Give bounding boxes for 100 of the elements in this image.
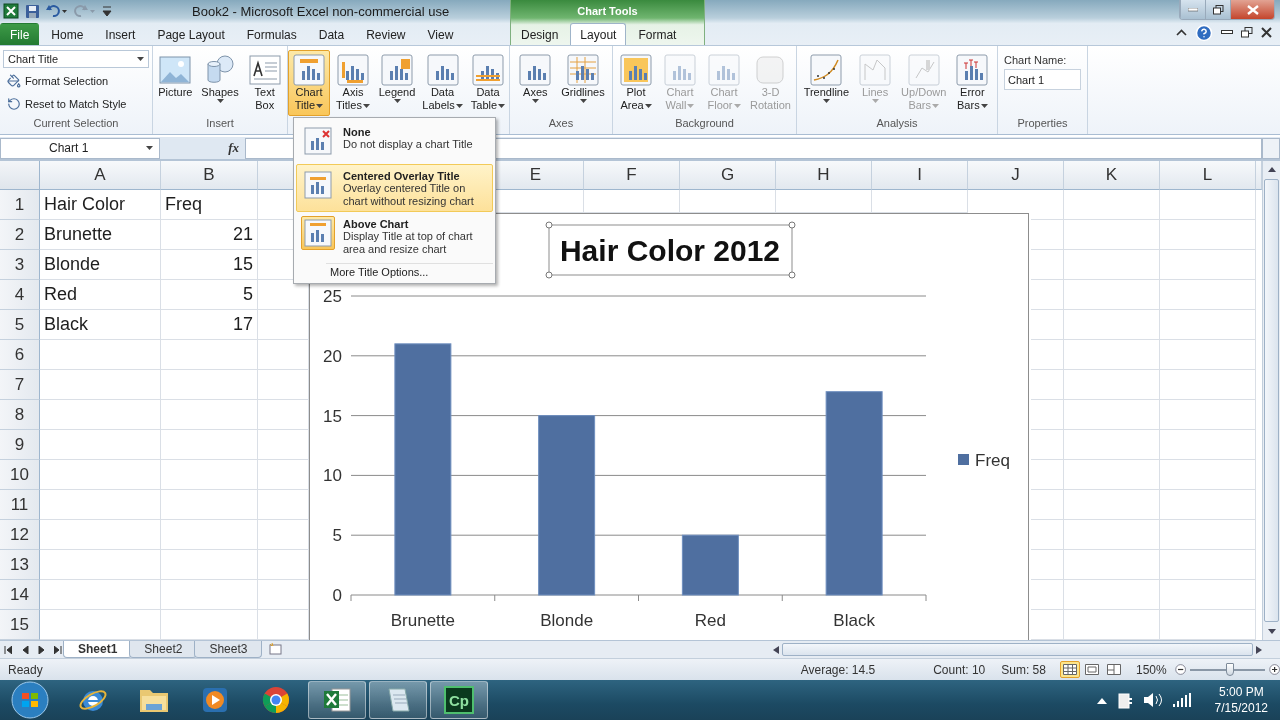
scroll-up-icon[interactable]: [1267, 167, 1276, 172]
spreadsheet-icon[interactable]: [3, 3, 19, 19]
column-header[interactable]: B: [161, 161, 258, 190]
ribbon-tab[interactable]: Design: [511, 23, 569, 45]
ribbon-tab[interactable]: View: [417, 23, 464, 45]
grid-cell[interactable]: Brunette: [40, 220, 161, 250]
row-header[interactable]: 5: [0, 310, 40, 340]
grid-cell[interactable]: [1031, 550, 1064, 580]
sheet-nav-icon[interactable]: [4, 645, 13, 654]
zoom-in-button[interactable]: [1268, 662, 1280, 677]
ribbon-tab[interactable]: File: [0, 23, 40, 45]
minimize-button[interactable]: [1221, 30, 1233, 35]
taskbar-button[interactable]: Cp: [430, 681, 488, 719]
ribbon-button[interactable]: Chart Title: [288, 50, 330, 116]
chart-name-field[interactable]: Chart 1: [1004, 69, 1081, 90]
grid-cell[interactable]: 5: [161, 280, 258, 310]
sheet-nav-icon[interactable]: [53, 645, 62, 654]
column-header[interactable]: [1256, 161, 1262, 190]
ribbon-button[interactable]: Axis Titles: [332, 50, 374, 116]
grid-cell[interactable]: Blonde: [40, 250, 161, 280]
close-button[interactable]: [1230, 0, 1274, 19]
column-header[interactable]: F: [584, 161, 680, 190]
grid-cell[interactable]: Black: [40, 310, 161, 340]
row-header[interactable]: 6: [0, 340, 40, 370]
grid-cell[interactable]: [1064, 340, 1160, 370]
ribbon-button[interactable]: Legend: [376, 50, 418, 116]
menu-item[interactable]: Centered Overlay Title Overlay centered Title on chart without resizing chart: [296, 164, 493, 212]
power-icon[interactable]: [1116, 691, 1133, 709]
grid-cell[interactable]: [1160, 520, 1256, 550]
format-selection-button[interactable]: Format Selection: [3, 71, 149, 91]
customize-icon[interactable]: [102, 5, 112, 17]
grid-cell[interactable]: [1064, 370, 1160, 400]
undo-icon[interactable]: [46, 4, 68, 18]
row-header[interactable]: 14: [0, 580, 40, 610]
reset-style-button[interactable]: Reset to Match Style: [3, 94, 149, 114]
row-header[interactable]: 8: [0, 400, 40, 430]
scrollbar-thumb[interactable]: [782, 643, 1253, 656]
ribbon-tab[interactable]: Page Layout: [147, 23, 235, 45]
grid-cell[interactable]: [161, 370, 258, 400]
grid-cell[interactable]: [161, 490, 258, 520]
grid-cell[interactable]: [1160, 190, 1256, 220]
grid-cell[interactable]: Hair Color: [40, 190, 161, 220]
row-header[interactable]: 9: [0, 430, 40, 460]
restore-button[interactable]: [1205, 0, 1230, 19]
grid-cell[interactable]: [1160, 370, 1256, 400]
grid-cell[interactable]: [40, 550, 161, 580]
grid-cell[interactable]: [40, 580, 161, 610]
scroll-right-icon[interactable]: [1256, 645, 1262, 654]
column-header[interactable]: L: [1160, 161, 1256, 190]
grid-cell[interactable]: 15: [161, 250, 258, 280]
grid-cell[interactable]: [1160, 340, 1256, 370]
help-button[interactable]: [1195, 23, 1213, 42]
column-header[interactable]: J: [968, 161, 1064, 190]
grid-cell[interactable]: [40, 340, 161, 370]
grid-cell[interactable]: [1031, 520, 1064, 550]
grid-cell[interactable]: [161, 460, 258, 490]
name-box[interactable]: Chart 1: [0, 137, 160, 159]
chart-title[interactable]: Hair Color 2012: [545, 221, 796, 279]
menu-item[interactable]: More Title Options...: [326, 263, 493, 280]
grid-cell[interactable]: [1160, 580, 1256, 610]
select-all-button[interactable]: [0, 161, 40, 190]
ribbon-button[interactable]: Text Box: [243, 50, 286, 116]
taskbar-button[interactable]: [369, 681, 427, 719]
ribbon-button[interactable]: Gridlines: [558, 50, 608, 116]
restore-button[interactable]: [1241, 27, 1253, 38]
start-button[interactable]: [10, 680, 50, 720]
scrollbar-thumb[interactable]: [1264, 179, 1279, 622]
ribbon-tab[interactable]: Review: [356, 23, 416, 45]
ribbon-button[interactable]: Trendline: [800, 50, 853, 116]
grid-cell[interactable]: [1064, 250, 1160, 280]
grid-cell[interactable]: [1064, 190, 1160, 220]
grid-cell[interactable]: [1064, 550, 1160, 580]
grid-cell[interactable]: [1064, 280, 1160, 310]
column-header[interactable]: I: [872, 161, 968, 190]
ribbon-tab[interactable]: Home: [41, 23, 94, 45]
grid-cell[interactable]: Red: [40, 280, 161, 310]
redo-icon[interactable]: [74, 4, 96, 18]
grid-cell[interactable]: [40, 460, 161, 490]
grid-cell[interactable]: [1160, 250, 1256, 280]
grid-cell[interactable]: [1031, 280, 1064, 310]
ribbon-button[interactable]: Shapes: [198, 50, 242, 116]
column-header[interactable]: K: [1064, 161, 1160, 190]
zoom-slider[interactable]: [1225, 662, 1234, 676]
ribbon-tab[interactable]: Insert: [95, 23, 146, 45]
signal-icon[interactable]: [1172, 693, 1191, 707]
grid-cell[interactable]: [161, 550, 258, 580]
grid-cell[interactable]: [1160, 220, 1256, 250]
grid-cell[interactable]: [1160, 310, 1256, 340]
chart-element-dropdown[interactable]: Chart Title: [3, 50, 149, 68]
grid-cell[interactable]: [1031, 430, 1064, 460]
grid-cell[interactable]: [1064, 400, 1160, 430]
insert-function-button[interactable]: fx: [226, 140, 241, 156]
ribbon-tab[interactable]: Formulas: [236, 23, 307, 45]
volume-icon[interactable]: [1142, 692, 1163, 708]
grid-cell[interactable]: [1160, 490, 1256, 520]
grid-cell[interactable]: [1064, 220, 1160, 250]
grid-cell[interactable]: [1031, 310, 1064, 340]
column-header[interactable]: H: [776, 161, 872, 190]
column-header[interactable]: A: [40, 161, 161, 190]
row-header[interactable]: 2: [0, 220, 40, 250]
